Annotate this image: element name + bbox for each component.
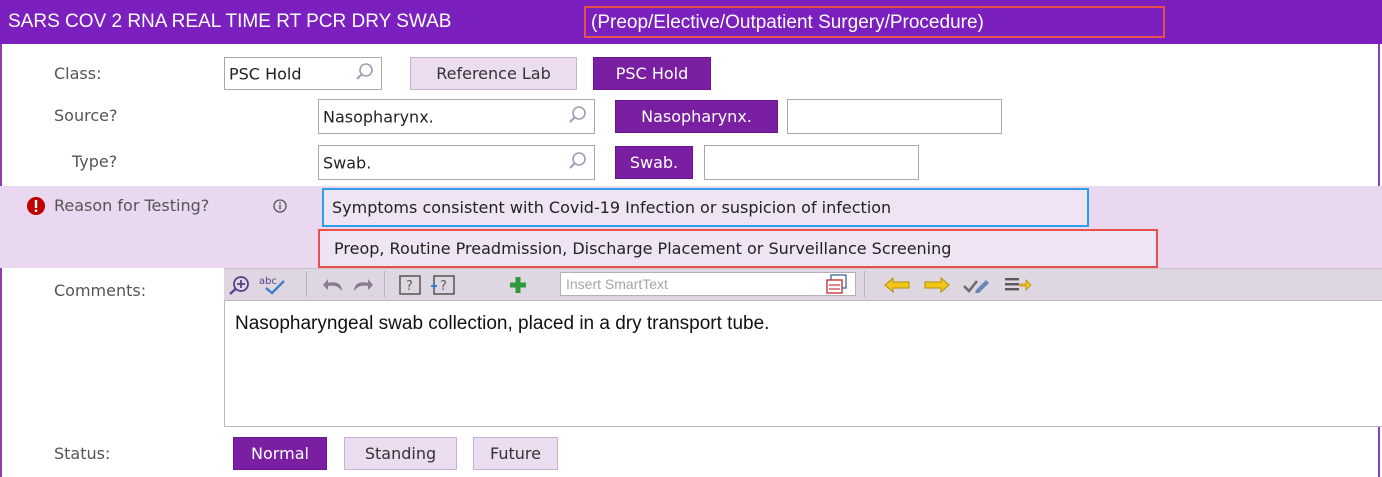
smartlist-icon[interactable]: [826, 274, 848, 294]
class-value: PSC Hold: [229, 64, 302, 83]
toolbar-separator: [306, 271, 307, 297]
magnifier-icon[interactable]: [568, 151, 588, 175]
magnifier-icon[interactable]: [568, 105, 588, 129]
reason-option-symptoms[interactable]: Symptoms consistent with Covid-19 Infect…: [322, 188, 1089, 227]
source-extra-field[interactable]: [787, 99, 1002, 134]
arrow-left-icon[interactable]: [884, 275, 910, 295]
svg-text:?: ?: [406, 279, 413, 294]
type-quick-button[interactable]: Swab.: [615, 146, 693, 179]
toolbar-separator: [384, 271, 385, 297]
smart-help-icon[interactable]: ?: [430, 275, 456, 295]
reason-label: Reason for Testing?: [54, 196, 210, 215]
help-icon[interactable]: ?: [398, 275, 422, 295]
spellcheck-icon[interactable]: abc: [258, 275, 288, 295]
class-option-reference-lab[interactable]: Reference Lab: [410, 57, 577, 90]
source-input[interactable]: Nasopharynx.: [318, 99, 595, 134]
magnifier-icon[interactable]: [355, 62, 375, 86]
smarttext-input[interactable]: Insert SmartText: [560, 272, 856, 296]
svg-text:abc: abc: [259, 276, 277, 287]
comments-text: Nasopharyngeal swab collection, placed i…: [235, 313, 770, 334]
type-value: Swab.: [323, 153, 372, 172]
redo-icon[interactable]: [350, 275, 374, 295]
type-extra-field[interactable]: [704, 145, 919, 180]
class-option-psc-hold[interactable]: PSC Hold: [593, 57, 711, 90]
comments-editor[interactable]: Nasopharyngeal swab collection, placed i…: [224, 300, 1382, 427]
comments-label: Comments:: [54, 281, 147, 300]
source-label: Source?: [54, 106, 118, 125]
exclamation-circle-icon: [26, 196, 46, 220]
status-label: Status:: [54, 444, 111, 463]
check-edit-icon[interactable]: [962, 275, 990, 295]
svg-text:?: ?: [440, 279, 447, 294]
order-title-suffix: (Preop/Elective/Outpatient Surgery/Proce…: [584, 6, 1165, 38]
class-label: Class:: [54, 64, 102, 83]
source-value: Nasopharynx.: [323, 107, 434, 126]
comments-toolbar: abc ? ? Insert SmartText: [224, 268, 1382, 301]
status-option-normal[interactable]: Normal: [233, 437, 327, 470]
add-icon[interactable]: [508, 275, 528, 295]
undo-icon[interactable]: [322, 275, 346, 295]
list-arrow-icon[interactable]: [1004, 275, 1032, 295]
zoom-in-icon[interactable]: [228, 275, 252, 295]
toolbar-separator: [864, 271, 865, 297]
reason-option-preop-screening[interactable]: Preop, Routine Preadmission, Discharge P…: [318, 229, 1158, 268]
source-quick-button[interactable]: Nasopharynx.: [615, 100, 778, 133]
order-title: SARS COV 2 RNA REAL TIME RT PCR DRY SWAB: [8, 11, 452, 32]
status-option-standing[interactable]: Standing: [344, 437, 457, 470]
class-input[interactable]: PSC Hold: [224, 57, 382, 90]
status-option-future[interactable]: Future: [473, 437, 558, 470]
arrow-right-icon[interactable]: [924, 275, 950, 295]
type-label: Type?: [72, 152, 118, 171]
order-title-bar: SARS COV 2 RNA REAL TIME RT PCR DRY SWAB…: [0, 0, 1382, 44]
info-icon[interactable]: [272, 198, 288, 218]
type-input[interactable]: Swab.: [318, 145, 595, 180]
